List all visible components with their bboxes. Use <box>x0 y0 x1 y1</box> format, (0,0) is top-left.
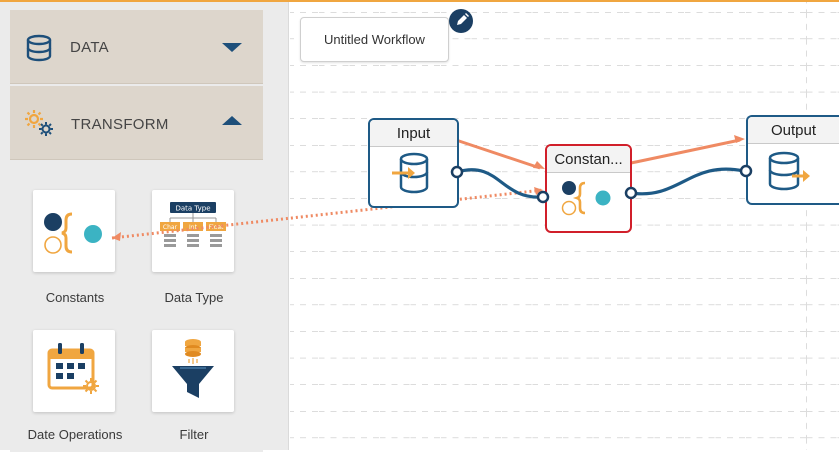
connections-layer <box>111 135 745 241</box>
node-constants[interactable]: Constan... <box>545 144 632 233</box>
node-input[interactable]: Input <box>368 118 459 208</box>
flow-arrow-output <box>630 138 741 165</box>
node-output[interactable]: Output <box>746 115 839 205</box>
node-constants-title: Constan... <box>547 146 630 173</box>
node-output-title: Output <box>748 117 839 144</box>
constants-icon <box>561 181 611 216</box>
database-in-icon <box>392 152 429 194</box>
connector-input-constants <box>456 168 544 199</box>
drag-line <box>111 188 544 240</box>
flow-arrow-input <box>455 138 541 170</box>
drag-arrowhead-right <box>534 187 543 195</box>
node-input-title: Input <box>370 120 457 147</box>
connector-constants-output <box>630 167 745 196</box>
database-out-icon <box>768 151 810 191</box>
